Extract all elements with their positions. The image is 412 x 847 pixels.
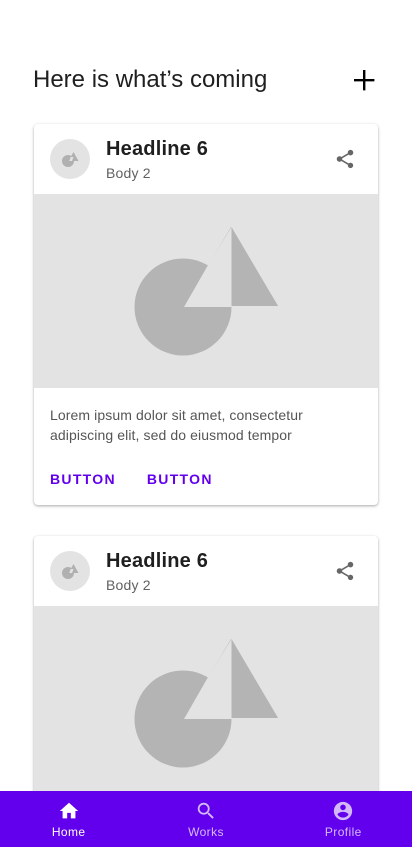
account-circle-icon: [331, 799, 355, 823]
nav-item-profile[interactable]: Profile: [275, 791, 412, 847]
plus-icon[interactable]: [349, 65, 379, 95]
bottom-navigation: Home Works Profile: [0, 791, 412, 847]
placeholder-shapes-image: [134, 227, 278, 356]
app-screen: Here is what’s coming Headline 6 Body 2: [0, 0, 412, 847]
nav-item-home[interactable]: Home: [0, 791, 137, 847]
card-headline: Headline 6: [106, 138, 209, 160]
nav-label-works: Works: [188, 825, 224, 839]
card-action-button-2[interactable]: BUTTON: [139, 465, 221, 493]
page-title: Here is what’s coming: [33, 66, 268, 93]
card-headline: Headline 6: [106, 550, 209, 572]
page-header: Here is what’s coming: [33, 60, 379, 100]
nav-item-works[interactable]: Works: [137, 791, 274, 847]
card-body-text: Lorem ipsum dolor sit amet, consectetur …: [50, 407, 303, 443]
card-header: Headline 6 Body 2: [34, 536, 378, 606]
card-subhead: Body 2: [106, 577, 151, 593]
nav-label-home: Home: [51, 825, 86, 839]
search-icon: [194, 799, 218, 823]
placeholder-shapes-image: [134, 639, 278, 768]
feed-card: Headline 6 Body 2 Lorem ipsum dolor sit …: [34, 124, 378, 505]
card-actions: BUTTON BUTTON: [42, 464, 236, 494]
card-action-button-1[interactable]: BUTTON: [42, 465, 124, 493]
card-header: Headline 6 Body 2: [34, 124, 378, 194]
share-icon[interactable]: [332, 146, 358, 172]
share-icon[interactable]: [332, 558, 358, 584]
home-icon: [57, 799, 81, 823]
nav-label-profile: Profile: [324, 825, 362, 839]
placeholder-shapes-icon: [50, 139, 90, 179]
placeholder-shapes-icon: [50, 551, 90, 591]
card-subhead: Body 2: [106, 165, 151, 181]
card-media-image: [34, 194, 378, 388]
